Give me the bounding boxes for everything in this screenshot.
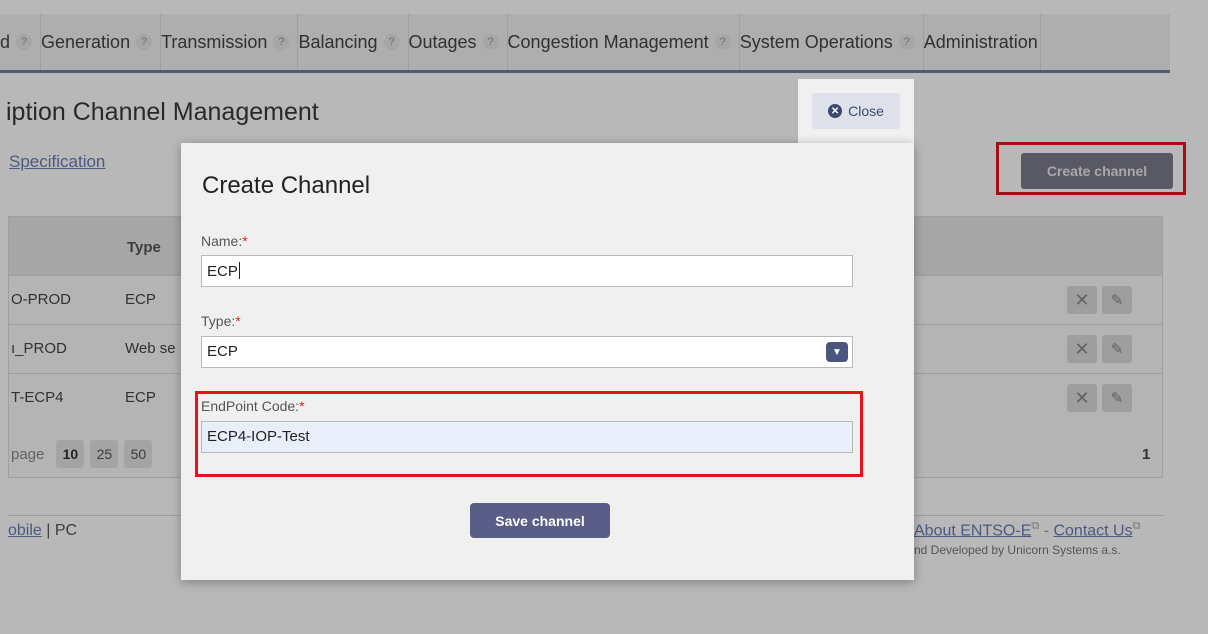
save-channel-button[interactable]: Save channel [470, 503, 610, 538]
type-select-value: ECP [207, 343, 238, 360]
name-label-text: Name: [201, 233, 243, 249]
name-label: Name:* [201, 233, 248, 249]
create-channel-dialog: Create Channel Name:* ECP Type:* ECP ▼ E… [181, 143, 914, 580]
name-input-value: ECP [207, 263, 238, 280]
close-button[interactable]: ✕ Close [812, 93, 900, 129]
type-select[interactable]: ECP ▼ [201, 336, 853, 368]
type-label-text: Type: [201, 313, 236, 329]
close-label: Close [848, 103, 884, 119]
dialog-title: Create Channel [202, 172, 371, 199]
close-container: ✕ Close [798, 79, 914, 143]
chevron-down-icon[interactable]: ▼ [826, 342, 848, 362]
type-label: Type:* [201, 313, 241, 329]
name-input[interactable]: ECP [201, 255, 853, 287]
highlight-endpoint-code [195, 391, 863, 477]
close-icon: ✕ [828, 104, 843, 118]
text-caret [238, 262, 240, 279]
required-mark: * [242, 233, 248, 249]
required-mark: * [235, 313, 241, 329]
